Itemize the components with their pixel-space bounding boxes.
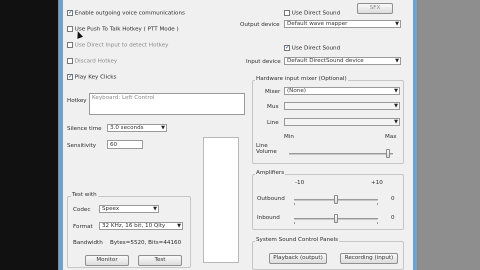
format-label: Format <box>73 224 93 230</box>
amplifiers-title: Amplifiers <box>255 170 286 176</box>
line-label: Line <box>267 120 279 126</box>
right-background <box>418 0 480 270</box>
chevron-down-icon: ▼ <box>395 21 399 27</box>
mixer-value: (None) <box>287 88 306 94</box>
inbound-value: 0 <box>391 215 395 221</box>
system-sound-title: System Sound Control Panels <box>255 237 340 243</box>
output-device-select[interactable]: Default wave mapper ▼ <box>284 20 401 28</box>
chevron-down-icon: ▼ <box>153 206 157 212</box>
use-direct-input-label: Use Direct Input to detect Hotkey <box>74 42 169 49</box>
line-select[interactable]: ▼ <box>284 118 400 126</box>
output-direct-sound-checkbox[interactable] <box>284 10 290 16</box>
line-volume-track[interactable] <box>289 153 393 155</box>
test-with-title: Test with <box>71 192 98 198</box>
discard-hotkey-option[interactable]: Discard Hotkey <box>67 58 117 65</box>
line-min-label: Min <box>284 134 294 140</box>
use-ptt-label: Use Push To Talk Hotkey ( PTT Mode ) <box>74 26 179 33</box>
inbound-thumb[interactable] <box>334 214 338 223</box>
mixer-title: Hardware input mixer (Optional) <box>255 76 348 82</box>
line-volume-thumb[interactable] <box>386 149 390 158</box>
input-direct-sound-option[interactable]: Use Direct Sound <box>284 44 341 52</box>
amp-max-label: +10 <box>371 180 383 186</box>
output-device-value: Default wave mapper <box>287 21 348 27</box>
level-meter <box>203 137 239 263</box>
sensitivity-field[interactable]: 60 <box>107 140 143 149</box>
playback-output-button[interactable]: Playback (output) <box>269 253 327 264</box>
chevron-down-icon: ▼ <box>177 223 181 229</box>
input-device-value: Default DirectSound device <box>287 58 364 64</box>
enable-outgoing-label: Enable outgoing voice communications <box>74 10 185 17</box>
outbound-value: 0 <box>391 196 395 202</box>
silence-time-label: Silence time <box>67 126 102 132</box>
mixer-label: Mixer <box>265 89 281 95</box>
output-direct-sound-label: Use Direct Sound <box>291 10 341 17</box>
outbound-thumb[interactable] <box>334 195 338 204</box>
play-key-clicks-option[interactable]: Play Key Clicks <box>67 73 117 81</box>
hotkey-label: Hotkey <box>67 98 87 104</box>
output-direct-sound-option[interactable]: Use Direct Sound <box>284 10 340 17</box>
monitor-button[interactable]: Monitor <box>85 255 129 266</box>
sfx-button[interactable]: SFX <box>357 3 393 14</box>
codec-select[interactable]: Speex ▼ <box>99 205 159 213</box>
format-value: 32 KHz, 16 bit, 10 Qlty <box>102 223 166 229</box>
chevron-down-icon: ▼ <box>395 58 399 64</box>
voice-settings-window: Enable outgoing voice communications Use… <box>58 0 418 270</box>
chevron-down-icon: ▼ <box>394 88 398 94</box>
format-select[interactable]: 32 KHz, 16 bit, 10 Qlty ▼ <box>99 222 183 230</box>
input-device-select[interactable]: Default DirectSound device ▼ <box>284 57 401 65</box>
play-key-clicks-label: Play Key Clicks <box>74 74 117 81</box>
discard-hotkey-label: Discard Hotkey <box>74 58 118 65</box>
mux-label: Mux <box>267 104 279 110</box>
silence-time-value: 3.0 seconds <box>110 125 144 131</box>
line-volume-label: Line Volume <box>256 143 277 155</box>
hotkey-field[interactable]: Keyboard: Left Control <box>89 93 245 115</box>
sensitivity-label: Sensitivity <box>67 143 97 149</box>
use-direct-input-checkbox[interactable] <box>67 42 73 48</box>
output-device-label: Output device <box>240 22 280 28</box>
bandwidth-label: Bandwidth <box>73 240 103 246</box>
silence-time-select[interactable]: 3.0 seconds ▼ <box>107 124 167 132</box>
use-direct-input-option[interactable]: Use Direct Input to detect Hotkey <box>67 42 168 49</box>
window-right-frame <box>413 0 417 270</box>
enable-outgoing-checkbox[interactable] <box>67 9 73 17</box>
codec-value: Speex <box>102 206 120 212</box>
bandwidth-value: Bytes=5520, Bits=44160 <box>110 240 182 246</box>
input-device-label: Input device <box>246 59 281 65</box>
use-ptt-checkbox[interactable] <box>67 26 73 32</box>
left-background <box>0 0 58 270</box>
outbound-label: Outbound <box>257 196 285 202</box>
mixer-select[interactable]: (None) ▼ <box>284 87 400 95</box>
line-max-label: Max <box>385 134 397 140</box>
use-ptt-option[interactable]: Use Push To Talk Hotkey ( PTT Mode ) <box>67 26 179 33</box>
input-direct-sound-label: Use Direct Sound <box>291 45 341 52</box>
inbound-label: Inbound <box>257 215 280 221</box>
input-direct-sound-checkbox[interactable] <box>284 44 290 52</box>
discard-hotkey-checkbox[interactable] <box>67 58 73 64</box>
chevron-down-icon: ▼ <box>161 125 165 131</box>
amp-min-label: -10 <box>295 180 305 186</box>
mux-select[interactable]: ▼ <box>284 102 400 110</box>
recording-input-button[interactable]: Recording (input) <box>340 253 398 264</box>
window-left-frame <box>59 0 63 270</box>
play-key-clicks-checkbox[interactable] <box>67 73 73 81</box>
test-button[interactable]: Test <box>138 255 182 266</box>
chevron-down-icon: ▼ <box>394 119 398 125</box>
codec-label: Codec <box>73 207 91 213</box>
chevron-down-icon: ▼ <box>394 103 398 109</box>
enable-outgoing-option[interactable]: Enable outgoing voice communications <box>67 9 185 17</box>
